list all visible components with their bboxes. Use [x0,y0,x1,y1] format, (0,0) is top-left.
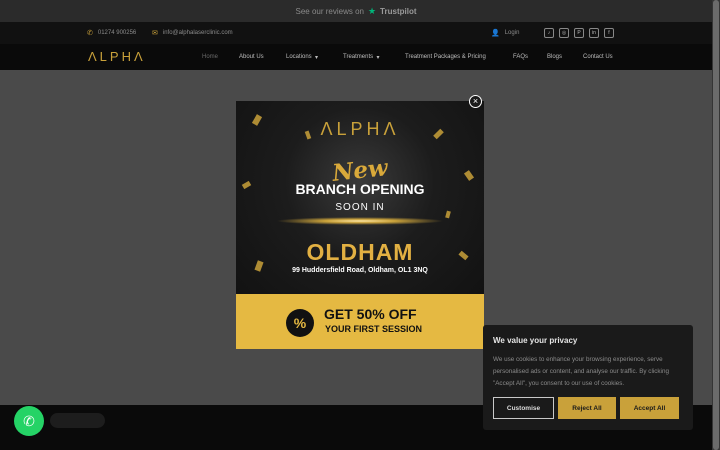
pinterest-icon[interactable]: P [574,28,584,38]
cookie-text: We use cookies to enhance your browsing … [493,356,669,387]
whatsapp-icon[interactable]: ✆ [14,406,44,436]
reviews-bar: See our reviews on ★ Trustpilot [0,0,712,22]
facebook-icon[interactable]: f [604,28,614,38]
whatsapp-label[interactable] [50,413,105,428]
phone-link[interactable]: ✆ 01274 900256 [87,22,136,44]
nav-item-faqs[interactable]: FAQs [513,44,528,70]
nav-item-treatments-label: Treatments [343,54,374,60]
nav-item-locations-label: Locations [286,54,312,60]
cookie-banner: We value your privacy We use cookies to … [483,325,693,430]
linkedin-icon[interactable]: in [589,28,599,38]
nav-item-about[interactable]: About Us [239,44,264,70]
scrollbar-thumb[interactable] [713,0,719,450]
popup-close-button[interactable]: × [469,95,482,108]
chevron-down-icon: ▾ [315,54,319,61]
trustpilot-link[interactable]: Trustpilot [380,7,416,16]
promo-popup: ΛLPHΛ New BRANCH OPENING SOON IN OLDHAM … [236,101,484,349]
phone-icon: ✆ [87,30,93,37]
popup-headline: BRANCH OPENING [295,181,425,197]
popup-city: OLDHAM [306,239,414,265]
contact-bar: ✆ 01274 900256 ✉ info@alphalaserclinic.c… [0,22,712,44]
popup-address: 99 Huddersfield Road, Oldham, OL1 3NQ [292,267,428,274]
login-label: Login [504,30,520,36]
nav-item-treatments[interactable]: Treatments ▾ [343,44,379,70]
popup-logo: ΛLPHΛ [320,119,400,139]
tiktok-icon[interactable]: ♪ [544,28,554,38]
reviews-text: See our reviews on [295,6,364,16]
sparkle-decoration [276,217,444,225]
site-logo[interactable]: ΛLPHΛ [88,49,146,64]
mail-icon: ✉ [152,30,158,37]
phone-number: 01274 900256 [97,30,137,36]
instagram-icon[interactable]: ◎ [559,28,569,38]
email-address: info@alphalaserclinic.com [162,30,233,36]
page-scrollbar[interactable] [712,0,720,450]
email-link[interactable]: ✉ info@alphalaserclinic.com [152,22,233,44]
popup-offer-line2: YOUR FIRST SESSION [325,324,423,334]
nav-item-contact[interactable]: Contact Us [583,44,613,70]
nav-item-home[interactable]: Home [202,44,218,70]
chevron-down-icon: ▾ [376,54,380,61]
cookie-title: We value your privacy [493,336,578,345]
nav-item-locations[interactable]: Locations ▾ [286,44,318,70]
popup-offer-line1: GET 50% OFF [324,306,417,322]
reject-all-button[interactable]: Reject All [558,397,616,419]
social-links: ♪ ◎ P in f [544,28,614,38]
user-icon: 👤 [491,30,500,37]
popup-soon-label: SOON IN [335,202,385,213]
nav-item-packages[interactable]: Treatment Packages & Pricing [405,44,486,70]
trustpilot-star-icon: ★ [367,5,377,16]
customise-button[interactable]: Customise [493,397,554,419]
nav-item-blogs[interactable]: Blogs [547,44,562,70]
login-link[interactable]: 👤 Login [491,22,519,44]
main-nav: ΛLPHΛ Home About Us Locations ▾ Treatmen… [0,44,712,70]
percent-badge-icon: % [286,309,314,337]
accept-all-button[interactable]: Accept All [620,397,679,419]
